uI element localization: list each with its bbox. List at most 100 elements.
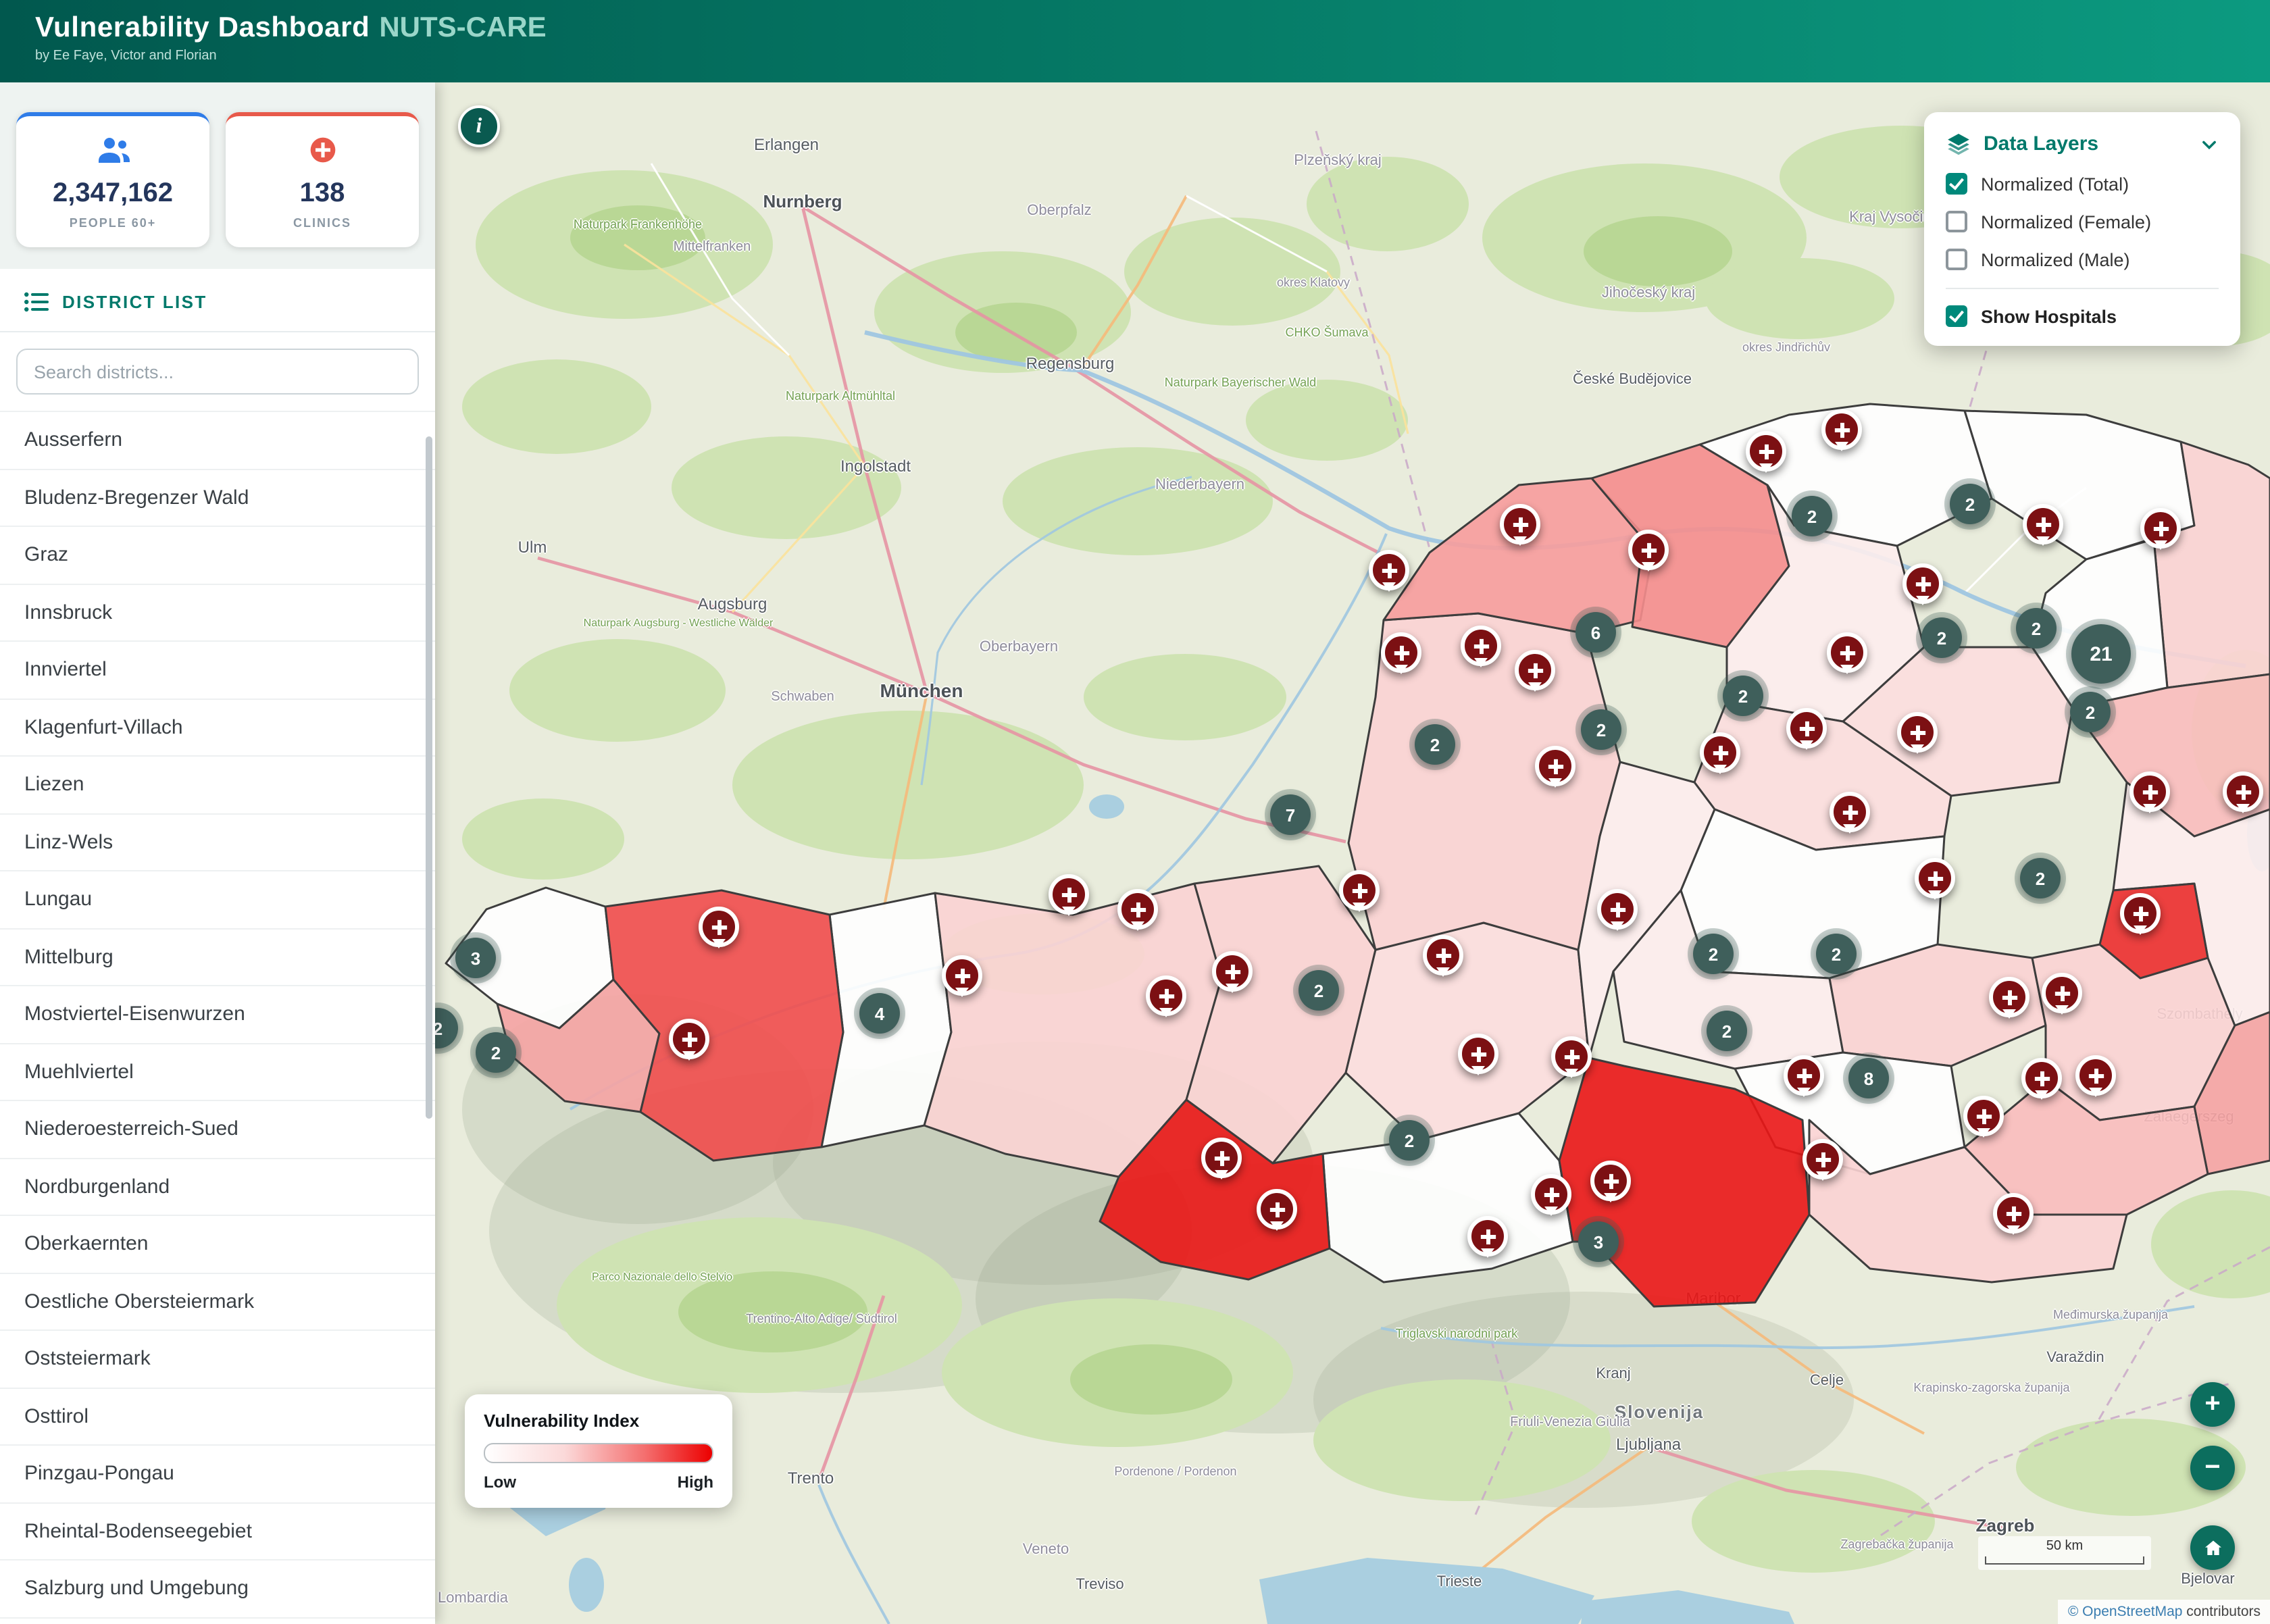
district-list-item[interactable]: Innviertel (0, 642, 435, 699)
layers-panel-header[interactable]: Data Layers (1946, 131, 2219, 157)
district-list-item[interactable]: Pinzgau-Pongau (0, 1446, 435, 1503)
district-list-item[interactable]: Bludenz-Bregenzer Wald (0, 470, 435, 527)
cluster-badge[interactable]: 6 (1575, 612, 1616, 653)
district-list-item[interactable]: Graz (0, 527, 435, 584)
hospital-marker[interactable] (1201, 1138, 1242, 1178)
hospital-marker[interactable] (669, 1019, 709, 1059)
district-list-item[interactable]: Oststeiermark (0, 1331, 435, 1388)
district-search-input[interactable] (16, 349, 419, 395)
hospital-marker[interactable] (1515, 650, 1555, 690)
hospital-marker[interactable] (1369, 550, 1409, 590)
cluster-badge[interactable]: 2 (2070, 692, 2111, 732)
checkbox[interactable] (1946, 173, 1967, 195)
district-list-item[interactable]: Niederoesterreich-Sued (0, 1101, 435, 1159)
cluster-badge[interactable]: 2 (1921, 617, 1962, 658)
info-button[interactable]: i (458, 105, 500, 147)
chevron-down-icon[interactable] (2200, 134, 2219, 153)
cluster-badge[interactable]: 2 (435, 1008, 458, 1048)
hospital-marker[interactable] (1381, 632, 1421, 673)
district-list[interactable]: AusserfernBludenz-Bregenzer WaldGrazInns… (0, 412, 435, 1624)
district-list-item[interactable]: Mittelburg (0, 929, 435, 986)
district-list-item[interactable]: Nordburgenland (0, 1159, 435, 1216)
cluster-badge[interactable]: 2 (476, 1032, 516, 1073)
show-hospitals-toggle[interactable]: Show Hospitals (1946, 305, 2219, 327)
cluster-badge[interactable]: 2 (1707, 1011, 1747, 1051)
home-button[interactable] (2190, 1525, 2235, 1570)
hospital-marker[interactable] (1597, 889, 1638, 930)
hospital-marker[interactable] (1628, 530, 1669, 570)
zoom-out-button[interactable]: − (2190, 1446, 2235, 1490)
hospital-marker[interactable] (1146, 975, 1186, 1016)
district-list-item[interactable]: Mostviertel-Eisenwurzen (0, 986, 435, 1044)
checkbox[interactable] (1946, 305, 1967, 327)
district-list-item[interactable]: Klagenfurt-Villach (0, 699, 435, 757)
hospital-marker[interactable] (1786, 708, 1827, 748)
hospital-marker[interactable] (1700, 732, 1740, 773)
zoom-in-button[interactable]: + (2190, 1382, 2235, 1427)
district-list-item[interactable]: Lungau (0, 871, 435, 929)
hospital-marker[interactable] (1461, 626, 1501, 666)
district-list-item[interactable]: Ausserfern (0, 412, 435, 470)
hospital-marker[interactable] (1802, 1139, 1843, 1179)
cluster-badge[interactable]: 2 (1816, 934, 1857, 974)
hospital-marker[interactable] (1423, 935, 1463, 975)
hospital-marker[interactable] (942, 955, 982, 996)
district-list-item[interactable]: Liezen (0, 757, 435, 814)
district-list-item[interactable]: Muehlviertel (0, 1044, 435, 1101)
hospital-marker[interactable] (1551, 1036, 1592, 1077)
cluster-badge[interactable]: 4 (859, 993, 900, 1034)
district-list-item[interactable]: Oestliche Obersteiermark (0, 1273, 435, 1331)
district-list-item[interactable]: Linz-Wels (0, 814, 435, 871)
hospital-marker[interactable] (1458, 1034, 1498, 1074)
checkbox[interactable] (1946, 249, 1967, 270)
hospital-marker[interactable] (1897, 712, 1938, 753)
hospital-marker[interactable] (1535, 746, 1575, 786)
cluster-badge[interactable]: 8 (1848, 1058, 1889, 1098)
district-list-item[interactable]: Salzburg und Umgebung (0, 1560, 435, 1618)
hospital-marker[interactable] (1784, 1055, 1824, 1096)
hospital-marker[interactable] (1212, 951, 1253, 992)
hospital-marker[interactable] (2140, 508, 2181, 549)
cluster-badge[interactable]: 2 (1693, 934, 1734, 974)
hospital-marker[interactable] (1821, 409, 1862, 450)
hospital-marker[interactable] (1963, 1096, 2004, 1136)
cluster-badge[interactable]: 2 (1415, 724, 1455, 765)
hospital-marker[interactable] (2042, 973, 2082, 1013)
district-list-item[interactable]: Rheintal-Bodenseegebiet (0, 1503, 435, 1560)
cluster-badge[interactable]: 2 (1581, 709, 1621, 750)
hospital-marker[interactable] (2023, 504, 2063, 544)
cluster-badge[interactable]: 2 (1298, 970, 1339, 1011)
cluster-badge[interactable]: 3 (1578, 1221, 1619, 1262)
hospital-marker[interactable] (1117, 889, 1158, 930)
hospital-marker[interactable] (1989, 977, 2029, 1017)
hospital-marker[interactable] (1915, 858, 1955, 898)
hospital-marker[interactable] (1746, 431, 1786, 472)
hospital-marker[interactable] (2223, 771, 2263, 812)
district-list-item[interactable]: Oberkaernten (0, 1216, 435, 1273)
hospital-marker[interactable] (1339, 870, 1380, 911)
checkbox[interactable] (1946, 211, 1967, 232)
cluster-badge[interactable]: 2 (1950, 484, 1990, 524)
hospital-marker[interactable] (699, 907, 739, 947)
hospital-marker[interactable] (1902, 563, 1943, 604)
hospital-marker[interactable] (1257, 1189, 1297, 1229)
hospital-marker[interactable] (1830, 792, 1870, 832)
cluster-badge[interactable]: 2 (2020, 858, 2061, 898)
cluster-badge[interactable]: 2 (1792, 496, 1832, 536)
cluster-badge[interactable]: 7 (1270, 794, 1311, 835)
hospital-marker[interactable] (1993, 1193, 2034, 1234)
hospital-marker[interactable] (2021, 1058, 2062, 1098)
hospital-marker[interactable] (1049, 874, 1089, 915)
hospital-marker[interactable] (1827, 632, 1867, 673)
osm-attribution-link[interactable]: © OpenStreetMap (2068, 1604, 2183, 1620)
map[interactable]: ErlangenNurnbergPlzeňský krajOberpfalzMi… (435, 82, 2270, 1624)
sidebar-scrollbar[interactable] (426, 436, 432, 1119)
cluster-badge[interactable]: 21 (2071, 624, 2131, 684)
cluster-badge[interactable]: 2 (1389, 1120, 1430, 1161)
hospital-marker[interactable] (1467, 1216, 1508, 1257)
hospital-marker[interactable] (2120, 893, 2161, 934)
district-list-item[interactable]: Osttirol (0, 1388, 435, 1446)
hospital-marker[interactable] (2129, 771, 2170, 812)
cluster-badge[interactable]: 2 (1723, 676, 1763, 716)
district-list-item[interactable]: Innsbruck (0, 584, 435, 642)
